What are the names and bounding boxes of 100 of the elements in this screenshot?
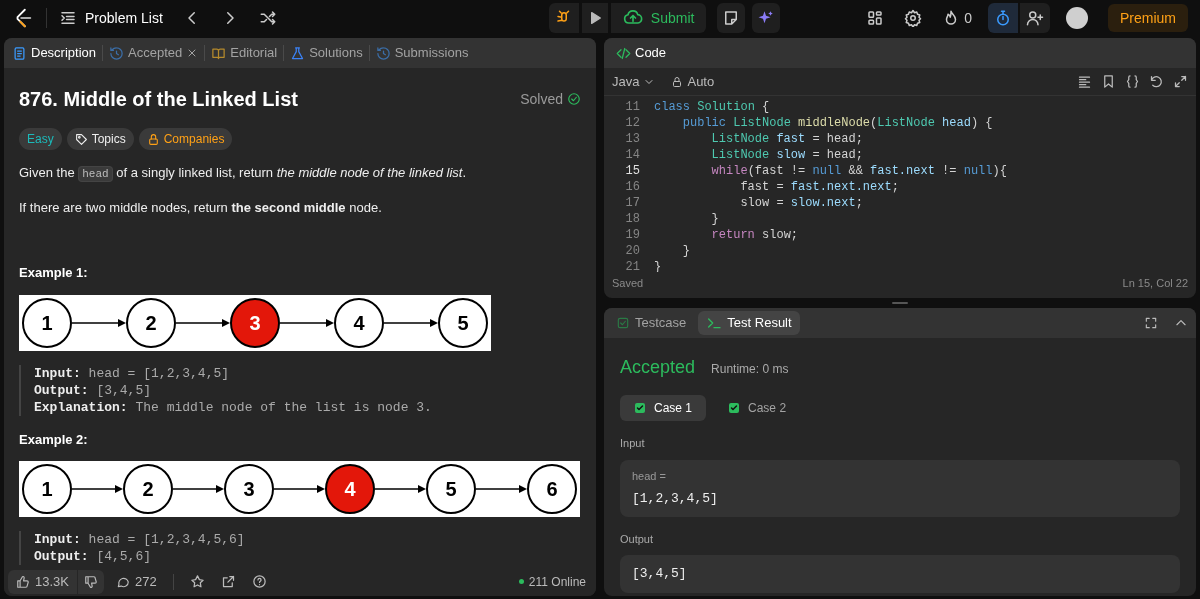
auto-mode-label: Auto [671,71,715,92]
history-icon [375,45,391,61]
online-count: 211 Online [518,572,586,591]
run-button[interactable] [581,3,608,33]
list-node: 2 [123,464,173,514]
example-line: Output: [4,5,6] [34,548,153,565]
premium-button[interactable]: Premium [1108,4,1188,32]
flask-icon [290,45,306,61]
thumbs-up-icon [16,574,30,589]
avatar[interactable] [1066,7,1088,29]
problem-list-button[interactable]: Problem List [59,7,163,29]
arrow [279,318,334,327]
arrow [374,485,426,493]
line-number: 13 [624,131,641,147]
list-node: 4 [325,464,375,514]
add-user-button[interactable] [1020,3,1050,33]
example-heading: Example 2: [19,430,89,449]
line-number: 14 [624,147,641,163]
line-number: 21 [624,259,641,272]
panel-tab[interactable]: Editorial [211,43,278,63]
list-node: 3 [224,464,274,514]
ai-assistant-button[interactable] [752,3,781,33]
panel-tab[interactable]: Testcase [608,311,695,335]
case-tab[interactable]: Case 2 [714,395,801,421]
star-icon[interactable] [189,574,205,589]
terminal-icon [706,315,723,331]
shuffle-icon[interactable] [258,9,277,27]
layout-icon[interactable] [866,9,885,27]
example-line: Input: head = [1,2,3,4,5,6] [34,531,246,548]
panel-tab[interactable]: Accepted [109,43,183,63]
panel-tab[interactable]: Solutions [290,43,363,63]
arrow [273,485,325,493]
panel-tab[interactable]: Submissions [375,43,469,63]
undo-icon[interactable] [1149,74,1164,89]
code-line: ListNode slow = head; [710,147,863,163]
list-node: 2 [126,297,176,348]
expand-icon[interactable] [1173,74,1188,89]
lock-icon [671,75,684,88]
debug-button[interactable] [548,3,579,33]
format-icon[interactable] [1077,74,1092,89]
streak-counter[interactable]: 0 [942,7,972,29]
list-node: 1 [22,297,72,348]
arrow [175,318,230,327]
runtime-text: Runtime: 0 ms [711,361,789,378]
comments-button[interactable]: 272 [108,569,165,594]
like-button[interactable]: 13.3K [8,569,77,594]
language-dropdown[interactable]: Java [612,71,656,92]
document-icon [12,45,27,61]
cursor-position: Ln 15, Col 22 [1122,275,1188,291]
checkbox-icon [616,316,630,330]
companies-button[interactable]: Companies [138,128,233,150]
code-line: class Solution { [653,99,770,115]
code-line: public ListNode middleNode(ListNode head) { [681,115,993,131]
line-number: 20 [624,243,641,259]
case-tab[interactable]: Case 1 [620,395,707,421]
code-line: } [653,259,662,272]
line-number: 15 [624,163,641,179]
solved-status: Solved [520,88,581,110]
example-line: Output: [3,4,5] [34,381,153,399]
example-line: Explanation: The middle node of the list is node 3. [34,398,433,416]
timer-button[interactable] [988,3,1018,33]
line-number: 19 [624,227,641,243]
code-line: ListNode fast = head; [710,131,863,147]
list-node: 3 [230,297,280,348]
arrow [71,318,126,327]
code-line: slow = slow.next; [739,195,863,211]
list-node: 5 [426,464,476,514]
arrow [383,318,438,327]
difficulty-badge: Easy [19,128,62,150]
output-label: Output [620,531,655,547]
list-node: 6 [527,464,577,514]
example-line: Input: head = [1,2,3,4,5] [34,364,231,382]
note-button[interactable] [717,3,746,33]
line-number: 16 [624,179,641,195]
description-text: Given the head of a singly linked list, return the middle node of the linked list. [19,164,468,184]
braces-icon[interactable] [1125,74,1140,89]
history-icon [109,45,125,61]
list-icon [59,9,77,27]
arrow [172,485,224,493]
help-icon[interactable] [251,574,267,589]
description-text: If there are two middle nodes, return the second middle node. [19,199,383,217]
panel-tab[interactable]: Description [12,43,97,63]
code-panel-title: Code [616,43,667,63]
topics-button[interactable]: Topics [66,128,134,150]
dislike-button[interactable] [78,569,104,594]
settings-icon[interactable] [904,9,923,27]
bookmark-icon[interactable] [1101,74,1116,89]
list-node: 4 [334,297,384,348]
submit-button[interactable]: Submit [610,3,707,33]
thumbs-down-icon [84,574,98,589]
code-line: } [710,211,719,227]
share-icon[interactable] [220,574,236,589]
book-icon [211,45,227,61]
panel-tab[interactable]: Test Result [698,311,800,335]
list-node: 5 [438,297,488,348]
fullscreen-icon[interactable] [1144,316,1158,330]
verdict-text: Accepted [620,356,696,379]
line-number: 12 [624,115,641,131]
list-node: 1 [22,464,72,514]
example-heading: Example 1: [19,264,89,282]
